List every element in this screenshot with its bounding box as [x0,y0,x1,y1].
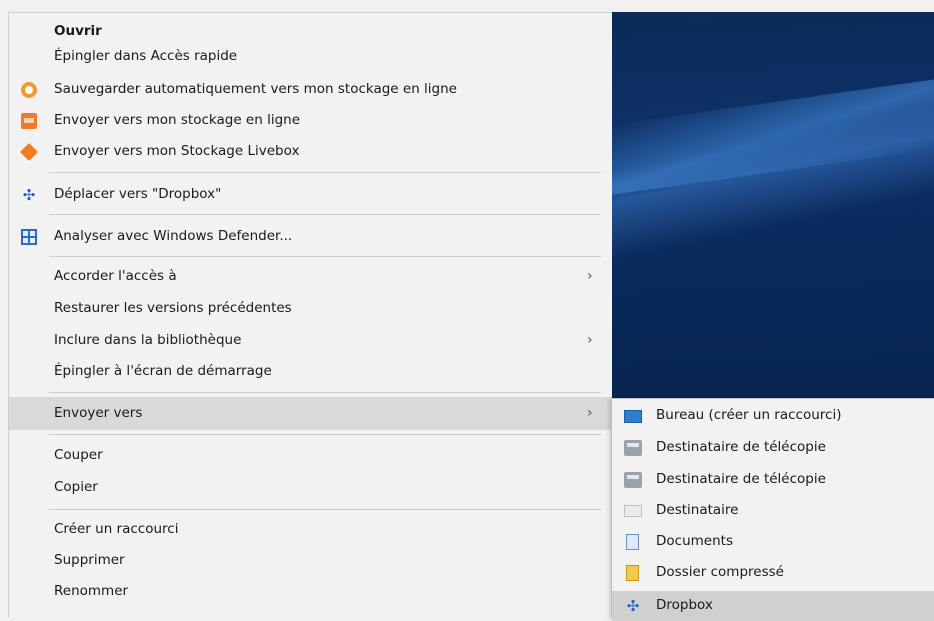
chevron-right-icon: › [587,332,593,348]
desktop-icon [624,410,642,423]
menu-item-cut[interactable]: Couper [9,441,612,471]
menu-separator [49,392,601,393]
documents-icon [626,534,639,550]
submenu-item-label: Destinataire de télécopie [656,439,826,455]
cloud-upload-icon [21,113,37,129]
menu-item-delete[interactable]: Supprimer [9,546,612,576]
windows-defender-icon [21,229,37,245]
context-menu: Ouvrir Épingler dans Accès rapide Sauveg… [8,12,612,617]
menu-item-auto-backup[interactable]: Sauvegarder automatiquement vers mon sto… [9,75,612,105]
zip-folder-icon [626,565,639,581]
menu-separator [49,172,601,173]
menu-item-send-to[interactable]: Envoyer vers › [9,397,612,430]
submenu-item-fax-recipient[interactable]: Destinataire de télécopie [612,465,934,495]
menu-item-rename[interactable]: Renommer [9,577,612,607]
menu-item-label: Épingler à l'écran de démarrage [54,363,272,379]
menu-separator [49,434,601,435]
menu-item-label: Créer un raccourci [54,521,179,537]
menu-item-grant-access[interactable]: Accorder l'accès à › [9,262,612,292]
menu-item-move-dropbox[interactable]: ✣ Déplacer vers "Dropbox" [9,180,612,210]
menu-item-label: Analyser avec Windows Defender... [54,228,293,244]
mail-recipient-icon [624,505,642,517]
menu-item-label: Restaurer les versions précédentes [54,300,292,316]
menu-item-label: Ouvrir [54,23,102,39]
submenu-item-label: Bureau (créer un raccourci) [656,407,842,423]
menu-item-restore-versions[interactable]: Restaurer les versions précédentes [9,294,612,324]
submenu-item-mail-recipient[interactable]: Destinataire [612,496,934,526]
menu-item-label: Envoyer vers mon stockage en ligne [54,112,301,128]
submenu-item-documents[interactable]: Documents [612,527,934,557]
menu-item-create-shortcut[interactable]: Créer un raccourci [9,515,612,545]
menu-item-send-online-storage[interactable]: Envoyer vers mon stockage en ligne [9,106,612,136]
menu-item-label: Inclure dans la bibliothèque [54,332,242,348]
fax-icon [624,440,642,456]
menu-separator [49,214,601,215]
menu-item-windows-defender[interactable]: Analyser avec Windows Defender... [9,222,612,252]
send-to-submenu: Bureau (créer un raccourci) Destinataire… [611,398,934,621]
submenu-item-label: Destinataire [656,502,739,518]
chevron-right-icon: › [587,268,593,284]
chevron-right-icon: › [587,405,593,421]
menu-separator [49,256,601,257]
submenu-item-label: Destinataire de télécopie [656,471,826,487]
menu-item-label: Renommer [54,583,129,599]
menu-item-label: Supprimer [54,552,125,568]
menu-item-label: Accorder l'accès à [54,268,177,284]
menu-item-label: Épingler dans Accès rapide [54,48,238,64]
livebox-icon [19,142,39,162]
submenu-item-fax-recipient[interactable]: Destinataire de télécopie [612,433,934,463]
menu-item-pin-quick-access[interactable]: Épingler dans Accès rapide [9,42,612,72]
menu-item-copy[interactable]: Copier [9,473,612,503]
menu-item-label: Couper [54,447,103,463]
fax-icon [624,472,642,488]
submenu-item-dropbox[interactable]: ✣ Dropbox [612,591,934,621]
menu-separator [49,509,601,510]
submenu-item-label: Dossier compressé [656,564,784,580]
submenu-item-label: Dropbox [656,597,713,613]
submenu-item-zip-folder[interactable]: Dossier compressé [612,558,934,588]
submenu-item-desktop-shortcut[interactable]: Bureau (créer un raccourci) [612,401,934,431]
dropbox-icon: ✣ [626,597,640,615]
menu-item-send-livebox[interactable]: Envoyer vers mon Stockage Livebox [9,137,612,167]
menu-item-pin-start[interactable]: Épingler à l'écran de démarrage [9,357,612,387]
desktop-background [611,12,934,398]
menu-item-label: Copier [54,479,98,495]
desktop-light-streak [612,79,934,195]
menu-item-label: Envoyer vers mon Stockage Livebox [54,143,300,159]
menu-item-label: Déplacer vers "Dropbox" [54,186,222,202]
submenu-item-label: Documents [656,533,733,549]
dropbox-icon: ✣ [22,186,36,204]
cloud-backup-icon [21,82,37,98]
menu-item-include-library[interactable]: Inclure dans la bibliothèque › [9,326,612,356]
menu-item-label: Sauvegarder automatiquement vers mon sto… [54,81,457,97]
menu-item-label: Envoyer vers [54,405,143,421]
